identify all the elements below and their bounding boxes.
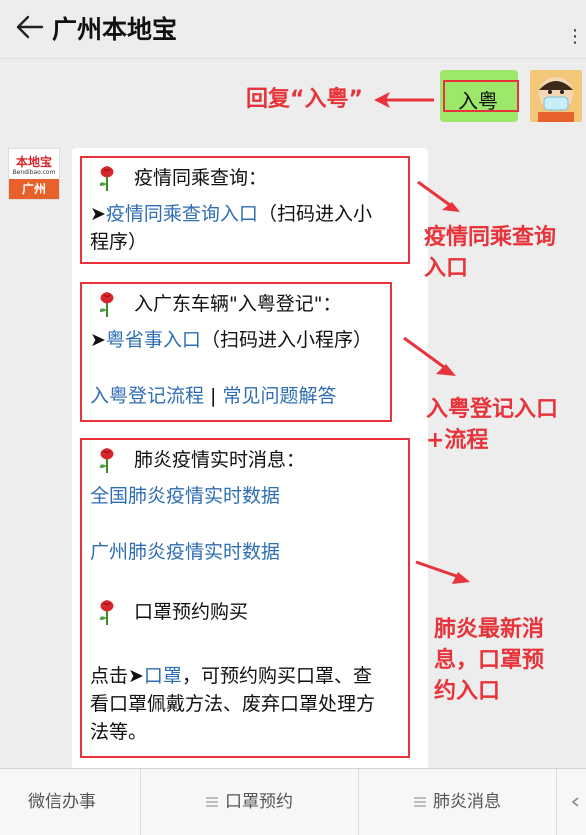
bottom-menu: 微信办事 口罩预约 肺炎消息 xyxy=(0,768,586,835)
section-1-annotation: 疫情同乘查询 入口 xyxy=(424,225,557,281)
registration-process-link[interactable]: 入粤登记流程 xyxy=(90,385,204,407)
logo-subtext: Bendibao.com xyxy=(12,169,56,176)
paragraph-text: ，可预约购买口罩、查 xyxy=(181,665,372,687)
arrow-glyph: ➤ xyxy=(90,203,106,225)
keyboard-toggle-icon[interactable] xyxy=(572,797,582,807)
back-arrow-icon[interactable] xyxy=(14,12,44,42)
user-avatar[interactable] xyxy=(530,70,582,122)
section-2-note: （扫码进入小程序） xyxy=(200,329,372,351)
chat-title: 广州本地宝 xyxy=(52,15,178,44)
rose-icon xyxy=(99,600,114,625)
menu-item-pneumonia-news[interactable]: 肺炎消息 xyxy=(359,769,555,835)
menu-divider xyxy=(556,769,557,835)
paragraph-text-cont: 看口罩佩戴方法、废弃口罩处理方 xyxy=(90,693,376,715)
logo-text: 本地宝 xyxy=(15,155,52,169)
outgoing-message-text: 入粤 xyxy=(458,89,498,113)
mask-link[interactable]: 口罩 xyxy=(144,665,182,687)
section-3-heading: 肺炎疫情实时消息： xyxy=(134,449,306,471)
arrow-glyph: ➤ xyxy=(90,329,106,351)
epidemic-travel-query-link[interactable]: 疫情同乘查询入口 xyxy=(106,203,258,225)
annotation-arrow-icon xyxy=(417,180,460,212)
section-2-heading: 入广东车辆"入粤登记"： xyxy=(134,293,342,315)
submenu-icon xyxy=(414,797,426,807)
rose-icon xyxy=(99,166,114,191)
paragraph-prefix: 点击➤ xyxy=(90,665,144,687)
more-icon[interactable]: ⋮ xyxy=(566,26,586,47)
reply-annotation: 回复“入粤” xyxy=(246,87,363,112)
cartoon-avatar-icon xyxy=(530,70,582,122)
link-separator: | xyxy=(204,385,223,407)
rose-icon xyxy=(99,448,114,473)
menu-item-wechat-service[interactable]: 微信办事 xyxy=(0,769,124,835)
menu-item-mask-booking[interactable]: 口罩预约 xyxy=(141,769,357,835)
yueshengshi-link[interactable]: 粤省事入口 xyxy=(106,329,201,351)
rose-icon xyxy=(99,292,114,317)
bot-avatar[interactable]: 本地宝 Bendibao.com 广州 xyxy=(8,148,60,200)
header-bar: 广州本地宝 ⋮ xyxy=(0,0,586,59)
mask-booking-heading: 口罩预约购买 xyxy=(134,601,249,623)
guangzhou-epidemic-data-link[interactable]: 广州肺炎疫情实时数据 xyxy=(90,538,280,566)
section-1-note: （扫码进入小 xyxy=(257,203,372,225)
annotation-arrow-icon xyxy=(415,560,470,584)
section-3-annotation: 肺炎最新消 息，口罩预 约入口 xyxy=(434,617,545,704)
message-card: 疫情同乘查询： ➤疫情同乘查询入口（扫码进入小 程序） 入广东车辆"入粤登记"：… xyxy=(72,148,428,770)
submenu-icon xyxy=(206,797,218,807)
faq-link[interactable]: 常见问题解答 xyxy=(223,385,337,407)
logo-city: 广州 xyxy=(9,179,59,199)
section-1-note-cont: 程序） xyxy=(90,231,148,253)
annotation-arrow-icon xyxy=(403,336,456,376)
section-2-annotation: 入粤登记入口 +流程 xyxy=(426,397,559,453)
section-1-heading: 疫情同乘查询： xyxy=(134,167,268,189)
national-epidemic-data-link[interactable]: 全国肺炎疫情实时数据 xyxy=(90,482,280,510)
annotation-arrow-icon xyxy=(374,92,434,108)
paragraph-text-end: 法等。 xyxy=(90,721,148,743)
